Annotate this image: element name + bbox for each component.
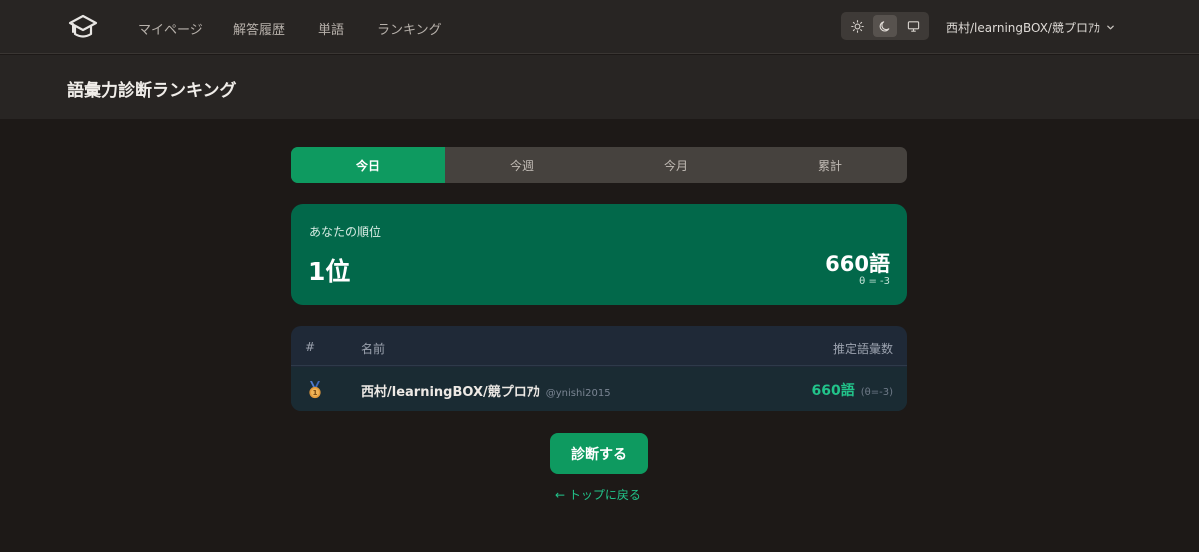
column-header-name: 名前 xyxy=(361,342,386,356)
theme-switcher xyxy=(841,12,929,40)
table-header: # 名前 推定語彙数 xyxy=(291,326,907,366)
svg-text:1: 1 xyxy=(313,389,318,397)
sun-icon xyxy=(850,19,864,33)
my-rank-value: 1位 xyxy=(308,257,351,286)
row-user-handle: @ynishi2015 xyxy=(545,388,611,399)
tab-total[interactable]: 累計 xyxy=(753,147,907,183)
user-name: 西村/learningBOX/競プロｱｶ xyxy=(946,20,1100,35)
table-row: 1 西村/learningBOX/競プロｱｶ @ynishi2015 660語 (… xyxy=(291,367,907,411)
graduation-cap-icon[interactable] xyxy=(67,12,99,42)
moon-icon xyxy=(879,20,889,32)
user-menu[interactable]: 西村/learningBOX/競プロｱｶ xyxy=(946,17,1115,37)
page-header: 語彙力診断ランキング xyxy=(0,55,1199,119)
row-user-name: 西村/learningBOX/競プロｱｶ @ynishi2015 xyxy=(361,385,611,400)
tab-this-week[interactable]: 今週 xyxy=(445,147,599,183)
column-header-vocab: 推定語彙数 xyxy=(832,342,893,356)
my-vocab-value: 660語 xyxy=(825,252,890,276)
tab-today[interactable]: 今日 xyxy=(291,147,445,183)
nav-link-mypage[interactable]: マイページ xyxy=(138,19,203,38)
theme-light-button[interactable] xyxy=(845,15,869,37)
diagnose-button[interactable]: 診断する xyxy=(550,433,648,474)
medal-icon: 1 xyxy=(307,381,323,399)
row-theta-value: (θ=-3) xyxy=(860,387,893,398)
nav-link-answer-history[interactable]: 解答履歴 xyxy=(233,19,285,38)
top-navbar: マイページ 解答履歴 単語 ランキング 西村/learningBOX/競プロｱｶ xyxy=(0,0,1199,54)
my-theta-value: θ = -3 xyxy=(859,276,890,287)
page-title: 語彙力診断ランキング xyxy=(67,81,237,101)
back-to-top-link[interactable]: ← トップに戻る xyxy=(555,486,641,503)
monitor-icon xyxy=(907,20,919,32)
row-score: 660語 (θ=-3) xyxy=(811,380,893,400)
nav-link-ranking[interactable]: ランキング xyxy=(377,19,442,38)
theme-dark-button[interactable] xyxy=(873,15,897,37)
nav-link-words[interactable]: 単語 xyxy=(318,19,344,38)
my-rank-card: あなたの順位 1位 660語 θ = -3 xyxy=(291,204,907,305)
theme-system-button[interactable] xyxy=(901,15,925,37)
period-tabs: 今日 今週 今月 累計 xyxy=(291,147,907,183)
ranking-table: # 名前 推定語彙数 1 西村/learningBOX/競プロｱｶ @ynishi… xyxy=(291,326,907,411)
my-rank-label: あなたの順位 xyxy=(309,225,382,239)
row-vocab-value: 660語 xyxy=(811,383,855,399)
column-header-rank: # xyxy=(305,340,316,354)
chevron-down-icon xyxy=(1107,25,1114,29)
tab-this-month[interactable]: 今月 xyxy=(599,147,753,183)
